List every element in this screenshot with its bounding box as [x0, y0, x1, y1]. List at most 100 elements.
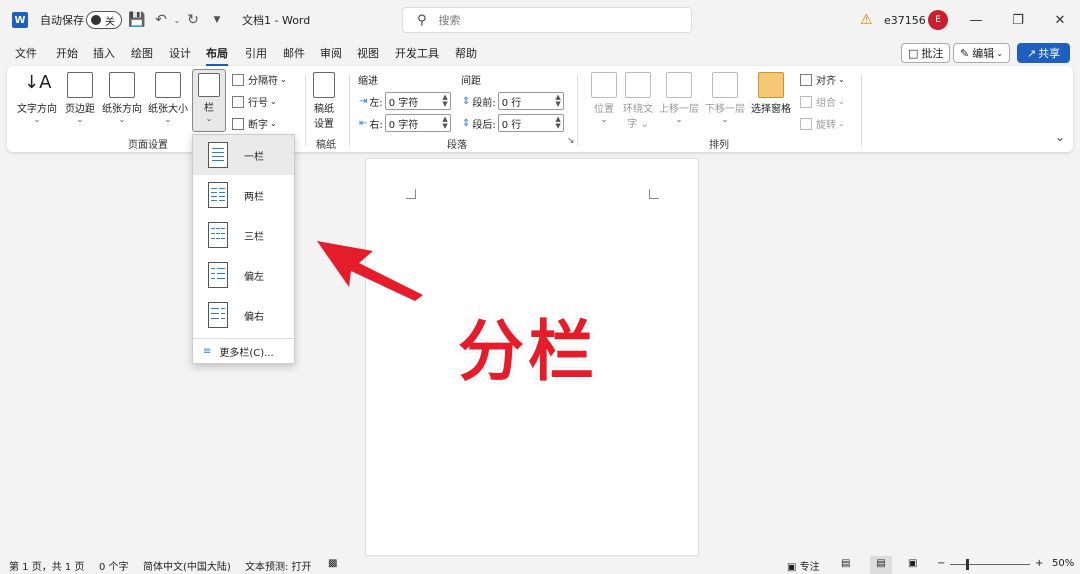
tab-file[interactable]: 文件: [15, 45, 37, 64]
indent-right-row: ⇤ 右: 0 字符 ▲ ▼: [359, 114, 451, 132]
editing-button[interactable]: ✎ 编辑 ⌄: [953, 43, 1010, 63]
zoom-out-icon[interactable]: −: [937, 558, 945, 569]
rotate-label: 旋转: [816, 120, 836, 131]
pencil-icon: ✎: [960, 46, 970, 60]
position-button[interactable]: 位置 ⌄: [591, 72, 617, 124]
rotate-button[interactable]: 旋转 ⌄: [800, 116, 845, 131]
language-status[interactable]: 简体中文(中国大陆): [143, 558, 231, 573]
spin-arrows-icon[interactable]: ▲ ▼: [442, 116, 449, 130]
tab-design[interactable]: 设计: [169, 45, 191, 64]
margins-button[interactable]: 页边距 ⌄: [65, 72, 95, 124]
zoom-level[interactable]: 50%: [1052, 558, 1074, 569]
spin-arrows-icon[interactable]: ▲ ▼: [442, 94, 449, 108]
hyphenation-button[interactable]: 断字 ⌄: [232, 116, 277, 131]
chevron-down-icon: ⌄: [76, 115, 84, 124]
zoom-slider-thumb[interactable]: [966, 559, 969, 570]
group-label-arrange: 排列: [709, 140, 729, 151]
columns-icon: [198, 73, 220, 97]
read-mode-icon[interactable]: ▤: [841, 558, 850, 569]
selection-pane-button[interactable]: 选择窗格: [751, 72, 791, 115]
send-backward-button[interactable]: 下移一层 ⌄: [705, 72, 745, 124]
tab-help[interactable]: 帮助: [455, 45, 477, 64]
tab-review[interactable]: 审阅: [320, 45, 342, 64]
breaks-button[interactable]: 分隔符 ⌄: [232, 72, 287, 87]
minimize-icon[interactable]: —: [966, 10, 986, 30]
tab-mailings[interactable]: 邮件: [283, 45, 305, 64]
print-layout-icon[interactable]: ▤: [870, 556, 892, 574]
spacing-after-input[interactable]: 0 行 ▲ ▼: [497, 114, 564, 132]
dialog-launcher-icon[interactable]: ↘: [567, 136, 575, 146]
size-button[interactable]: 纸张大小 ⌄: [148, 72, 188, 124]
more-columns-item[interactable]: ≡ 更多栏(C)...: [203, 344, 274, 359]
focus-button[interactable]: ▣ 专注: [787, 558, 820, 573]
line-numbers-button[interactable]: 行号 ⌄: [232, 94, 277, 109]
share-label: 共享: [1038, 47, 1061, 60]
chevron-down-icon: ⌄: [838, 75, 845, 84]
word-app-icon: W: [12, 12, 28, 28]
group-objects-button[interactable]: 组合 ⌄: [800, 94, 845, 109]
editing-label: 编辑: [972, 47, 995, 60]
manuscript-label-line2: 设置: [314, 119, 334, 130]
columns-option-three[interactable]: 三栏: [193, 215, 294, 255]
zoom-in-icon[interactable]: +: [1035, 558, 1043, 569]
text-direction-button[interactable]: ↓A 文字方向 ⌄: [17, 72, 57, 124]
hyphenation-icon: [232, 117, 244, 130]
save-icon[interactable]: 💾: [128, 11, 146, 29]
manuscript-settings-button[interactable]: 稿纸 设置: [313, 72, 335, 130]
accessibility-icon[interactable]: ▩: [328, 558, 337, 569]
orientation-button[interactable]: 纸张方向 ⌄: [102, 72, 142, 124]
columns-option-one[interactable]: 一栏: [193, 135, 294, 175]
position-label: 位置: [594, 104, 614, 115]
redo-icon[interactable]: ↻: [184, 11, 202, 29]
tab-layout[interactable]: 布局: [206, 45, 228, 67]
indent-left-icon: ⇥: [359, 95, 368, 107]
columns-button[interactable]: 栏 ⌄: [192, 69, 226, 132]
send-backward-icon: [712, 72, 738, 98]
align-button[interactable]: 对齐 ⌄: [800, 72, 845, 87]
user-name[interactable]: e37156: [884, 0, 926, 40]
chevron-down-icon: ⌄: [838, 119, 845, 128]
word-count[interactable]: 0 个字: [99, 558, 129, 573]
columns-option-right[interactable]: 偏右: [193, 295, 294, 335]
columns-option-two[interactable]: 两栏: [193, 175, 294, 215]
wrap-text-icon: [625, 72, 651, 98]
indent-left-label: 左:: [369, 97, 383, 109]
left-column-icon: [208, 262, 228, 288]
zoom-slider[interactable]: [950, 564, 1030, 565]
text-prediction-status[interactable]: 文本预测: 打开: [245, 558, 312, 573]
tab-references[interactable]: 引用: [245, 45, 267, 64]
bring-forward-button[interactable]: 上移一层 ⌄: [659, 72, 699, 124]
tab-developer[interactable]: 开发工具: [395, 45, 439, 64]
tab-draw[interactable]: 绘图: [131, 45, 153, 64]
restore-icon[interactable]: ❐: [1008, 10, 1028, 30]
columns-option-left[interactable]: 偏左: [193, 255, 294, 295]
page-count[interactable]: 第 1 页，共 1 页: [9, 558, 84, 573]
share-button[interactable]: ↗ 共享: [1017, 43, 1070, 63]
spacing-before-input[interactable]: 0 行 ▲ ▼: [497, 92, 564, 110]
warning-icon[interactable]: ⚠: [860, 12, 876, 28]
chevron-down-icon: ⌄: [33, 115, 41, 124]
indent-left-input[interactable]: 0 字符 ▲ ▼: [384, 92, 451, 110]
spacing-after-row: ⇕ 段后: 0 行 ▲ ▼: [462, 114, 564, 132]
position-icon: [591, 72, 617, 98]
tab-home[interactable]: 开始: [56, 45, 78, 64]
close-icon[interactable]: ✕: [1050, 10, 1070, 30]
comment-button[interactable]: □ 批注: [901, 43, 951, 63]
spacing-before-label: 段前:: [472, 97, 496, 109]
autosave-toggle[interactable]: 关: [86, 11, 122, 29]
avatar[interactable]: E: [928, 10, 948, 30]
hyphenation-label: 断字: [248, 120, 268, 131]
spin-arrows-icon[interactable]: ▲ ▼: [555, 116, 562, 130]
wrap-text-button[interactable]: 环绕文 字 ⌄: [623, 72, 653, 130]
tab-insert[interactable]: 插入: [93, 45, 115, 64]
text-direction-icon: ↓A: [24, 72, 51, 98]
collapse-ribbon-icon[interactable]: ⌄: [1055, 130, 1065, 144]
spin-arrows-icon[interactable]: ▲ ▼: [555, 94, 562, 108]
three-columns-icon: [208, 222, 228, 248]
indent-right-input[interactable]: 0 字符 ▲ ▼: [384, 114, 451, 132]
breaks-label: 分隔符: [248, 76, 278, 87]
tab-view[interactable]: 视图: [357, 45, 379, 64]
search-input[interactable]: ⚲ 搜索: [402, 7, 692, 33]
customize-qat-icon[interactable]: ▼: [208, 11, 226, 29]
web-layout-icon[interactable]: ▣: [908, 558, 917, 569]
